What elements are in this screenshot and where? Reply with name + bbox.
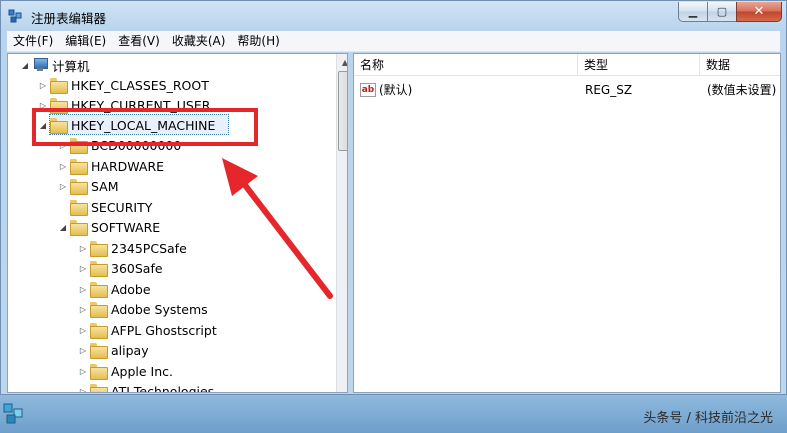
registry-taskbar-icon[interactable] — [2, 398, 30, 428]
annotation-arrow — [222, 158, 333, 299]
watermark-text: 头条号 / 科技前沿之光 — [643, 411, 773, 426]
